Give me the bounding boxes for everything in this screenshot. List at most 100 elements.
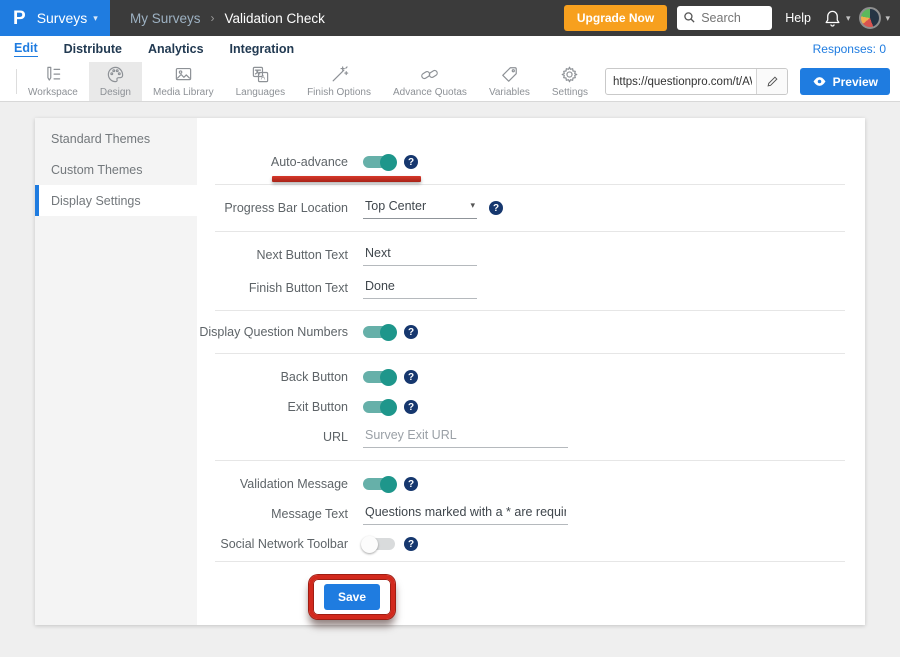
divider	[215, 561, 845, 562]
surveys-app-menu[interactable]: Surveys ▾	[37, 10, 98, 26]
toolbar-item-label: Media Library	[153, 87, 214, 98]
finish-button-text-input[interactable]	[363, 278, 477, 299]
toolbar-item-label: Languages	[236, 87, 286, 98]
group-question-numbers: Display Question Numbers ?	[197, 311, 865, 353]
sidebar-item-custom-themes[interactable]: Custom Themes	[35, 154, 197, 185]
page-background: Standard Themes Custom Themes Display Se…	[0, 103, 900, 657]
toolbar-item-design[interactable]: Design	[89, 62, 142, 101]
finish-options-icon	[330, 65, 349, 84]
sidebar-item-standard-themes[interactable]: Standard Themes	[35, 123, 197, 154]
toolbar-item-languages[interactable]: A Languages	[225, 62, 297, 101]
tab-edit[interactable]: Edit	[14, 41, 38, 57]
display-question-numbers-label: Display Question Numbers	[197, 325, 348, 339]
group-progress-bar: Progress Bar Location Top Center ▾ ?	[197, 185, 865, 231]
svg-text:A: A	[261, 75, 266, 82]
validation-message-toggle[interactable]	[363, 478, 395, 490]
back-button-toggle[interactable]	[363, 371, 395, 383]
row-exit-url: URL	[197, 422, 865, 452]
topbar-controls: Upgrade Now Help ▾ ▾	[564, 5, 890, 31]
help-icon[interactable]: ?	[404, 477, 418, 491]
settings-form: Auto-advance ? Progress Bar Location Top…	[197, 118, 865, 625]
toolbar-item-advance-quotas[interactable]: Advance Quotas	[382, 62, 478, 101]
notifications-bell[interactable]: ▾	[823, 9, 851, 28]
responses-count[interactable]: Responses: 0	[813, 42, 886, 56]
survey-url-input[interactable]	[606, 76, 756, 88]
toolbar-item-media-library[interactable]: Media Library	[142, 62, 225, 101]
progress-bar-location-select[interactable]: Top Center ▾	[363, 198, 477, 219]
design-sidebar: Standard Themes Custom Themes Display Se…	[35, 118, 197, 625]
eye-icon	[812, 74, 827, 89]
help-icon[interactable]: ?	[489, 201, 503, 215]
display-question-numbers-toggle[interactable]	[363, 326, 395, 338]
back-button-label: Back Button	[197, 370, 348, 384]
design-icon	[106, 65, 125, 84]
social-network-toolbar-label: Social Network Toolbar	[197, 537, 348, 551]
exit-url-input[interactable]	[363, 427, 568, 448]
group-auto-advance: Auto-advance ?	[197, 118, 865, 184]
validation-message-label: Validation Message	[197, 477, 348, 491]
toolbar-item-label: Variables	[489, 87, 530, 98]
questionpro-logo: P	[13, 9, 26, 28]
advance-quotas-icon	[420, 65, 439, 84]
help-icon[interactable]: ?	[404, 370, 418, 384]
display-settings-card: Standard Themes Custom Themes Display Se…	[35, 118, 865, 625]
tab-analytics[interactable]: Analytics	[148, 42, 204, 56]
survey-nav-tabs: Edit Distribute Analytics Integration Re…	[0, 36, 900, 62]
preview-button[interactable]: Preview	[800, 68, 890, 95]
search-icon	[683, 11, 696, 24]
breadcrumb: My Surveys › Validation Check	[130, 11, 325, 26]
toolbar-item-label: Advance Quotas	[393, 87, 467, 98]
variables-icon	[500, 65, 519, 84]
toolbar-item-label: Finish Options	[307, 87, 371, 98]
tab-integration[interactable]: Integration	[230, 42, 295, 56]
toolbar-item-variables[interactable]: Variables	[478, 62, 541, 101]
message-text-label: Message Text	[197, 507, 348, 521]
next-button-text-input[interactable]	[363, 245, 477, 266]
breadcrumb-my-surveys[interactable]: My Surveys	[130, 11, 201, 26]
save-button[interactable]: Save	[324, 584, 380, 610]
tab-distribute[interactable]: Distribute	[64, 42, 122, 56]
help-icon[interactable]: ?	[404, 155, 418, 169]
languages-icon: A	[251, 65, 270, 84]
help-icon[interactable]: ?	[404, 400, 418, 414]
breadcrumb-separator-icon: ›	[211, 11, 215, 25]
edit-url-button[interactable]	[756, 69, 787, 94]
row-back-button: Back Button ?	[197, 362, 865, 392]
toolbar-item-finish-options[interactable]: Finish Options	[296, 62, 382, 101]
bell-icon	[823, 9, 842, 28]
row-next-button-text: Next Button Text	[197, 240, 865, 270]
progress-bar-location-label: Progress Bar Location	[197, 201, 348, 215]
chevron-down-icon: ▾	[93, 14, 98, 23]
finish-button-text-label: Finish Button Text	[197, 281, 348, 295]
account-menu[interactable]: ▾	[850, 7, 890, 29]
toolbar-item-label: Workspace	[28, 87, 78, 98]
social-network-toolbar-toggle[interactable]	[363, 538, 395, 550]
avatar	[859, 7, 881, 29]
app-menu-label: Surveys	[37, 10, 88, 26]
row-auto-advance: Auto-advance ?	[197, 147, 865, 177]
help-link[interactable]: Help	[785, 11, 811, 25]
help-icon[interactable]: ?	[404, 537, 418, 551]
row-display-question-numbers: Display Question Numbers ?	[197, 317, 865, 347]
toolbar-item-label: Settings	[552, 87, 588, 98]
group-button-text: Next Button Text Finish Button Text	[197, 232, 865, 310]
upgrade-now-button[interactable]: Upgrade Now	[564, 5, 667, 31]
sidebar-item-display-settings[interactable]: Display Settings	[35, 185, 197, 216]
exit-button-toggle[interactable]	[363, 401, 395, 413]
product-logo-menu[interactable]: P Surveys ▾	[0, 0, 110, 36]
auto-advance-label: Auto-advance	[197, 155, 348, 169]
annotation-red-box: Save	[309, 575, 395, 619]
auto-advance-toggle[interactable]	[363, 156, 395, 168]
row-validation-message: Validation Message ?	[197, 469, 865, 499]
exit-url-label: URL	[197, 430, 348, 444]
help-icon[interactable]: ?	[404, 325, 418, 339]
row-message-text: Message Text	[197, 499, 865, 529]
breadcrumb-current: Validation Check	[225, 11, 325, 26]
message-text-input[interactable]	[363, 504, 568, 525]
next-button-text-label: Next Button Text	[197, 248, 348, 262]
edit-toolbar: Workspace Design Media Library A Languag…	[0, 62, 900, 102]
toolbar-item-settings[interactable]: Settings	[541, 62, 599, 101]
pencil-icon	[766, 75, 779, 88]
exit-button-label: Exit Button	[197, 400, 348, 414]
toolbar-item-workspace[interactable]: Workspace	[17, 62, 89, 101]
